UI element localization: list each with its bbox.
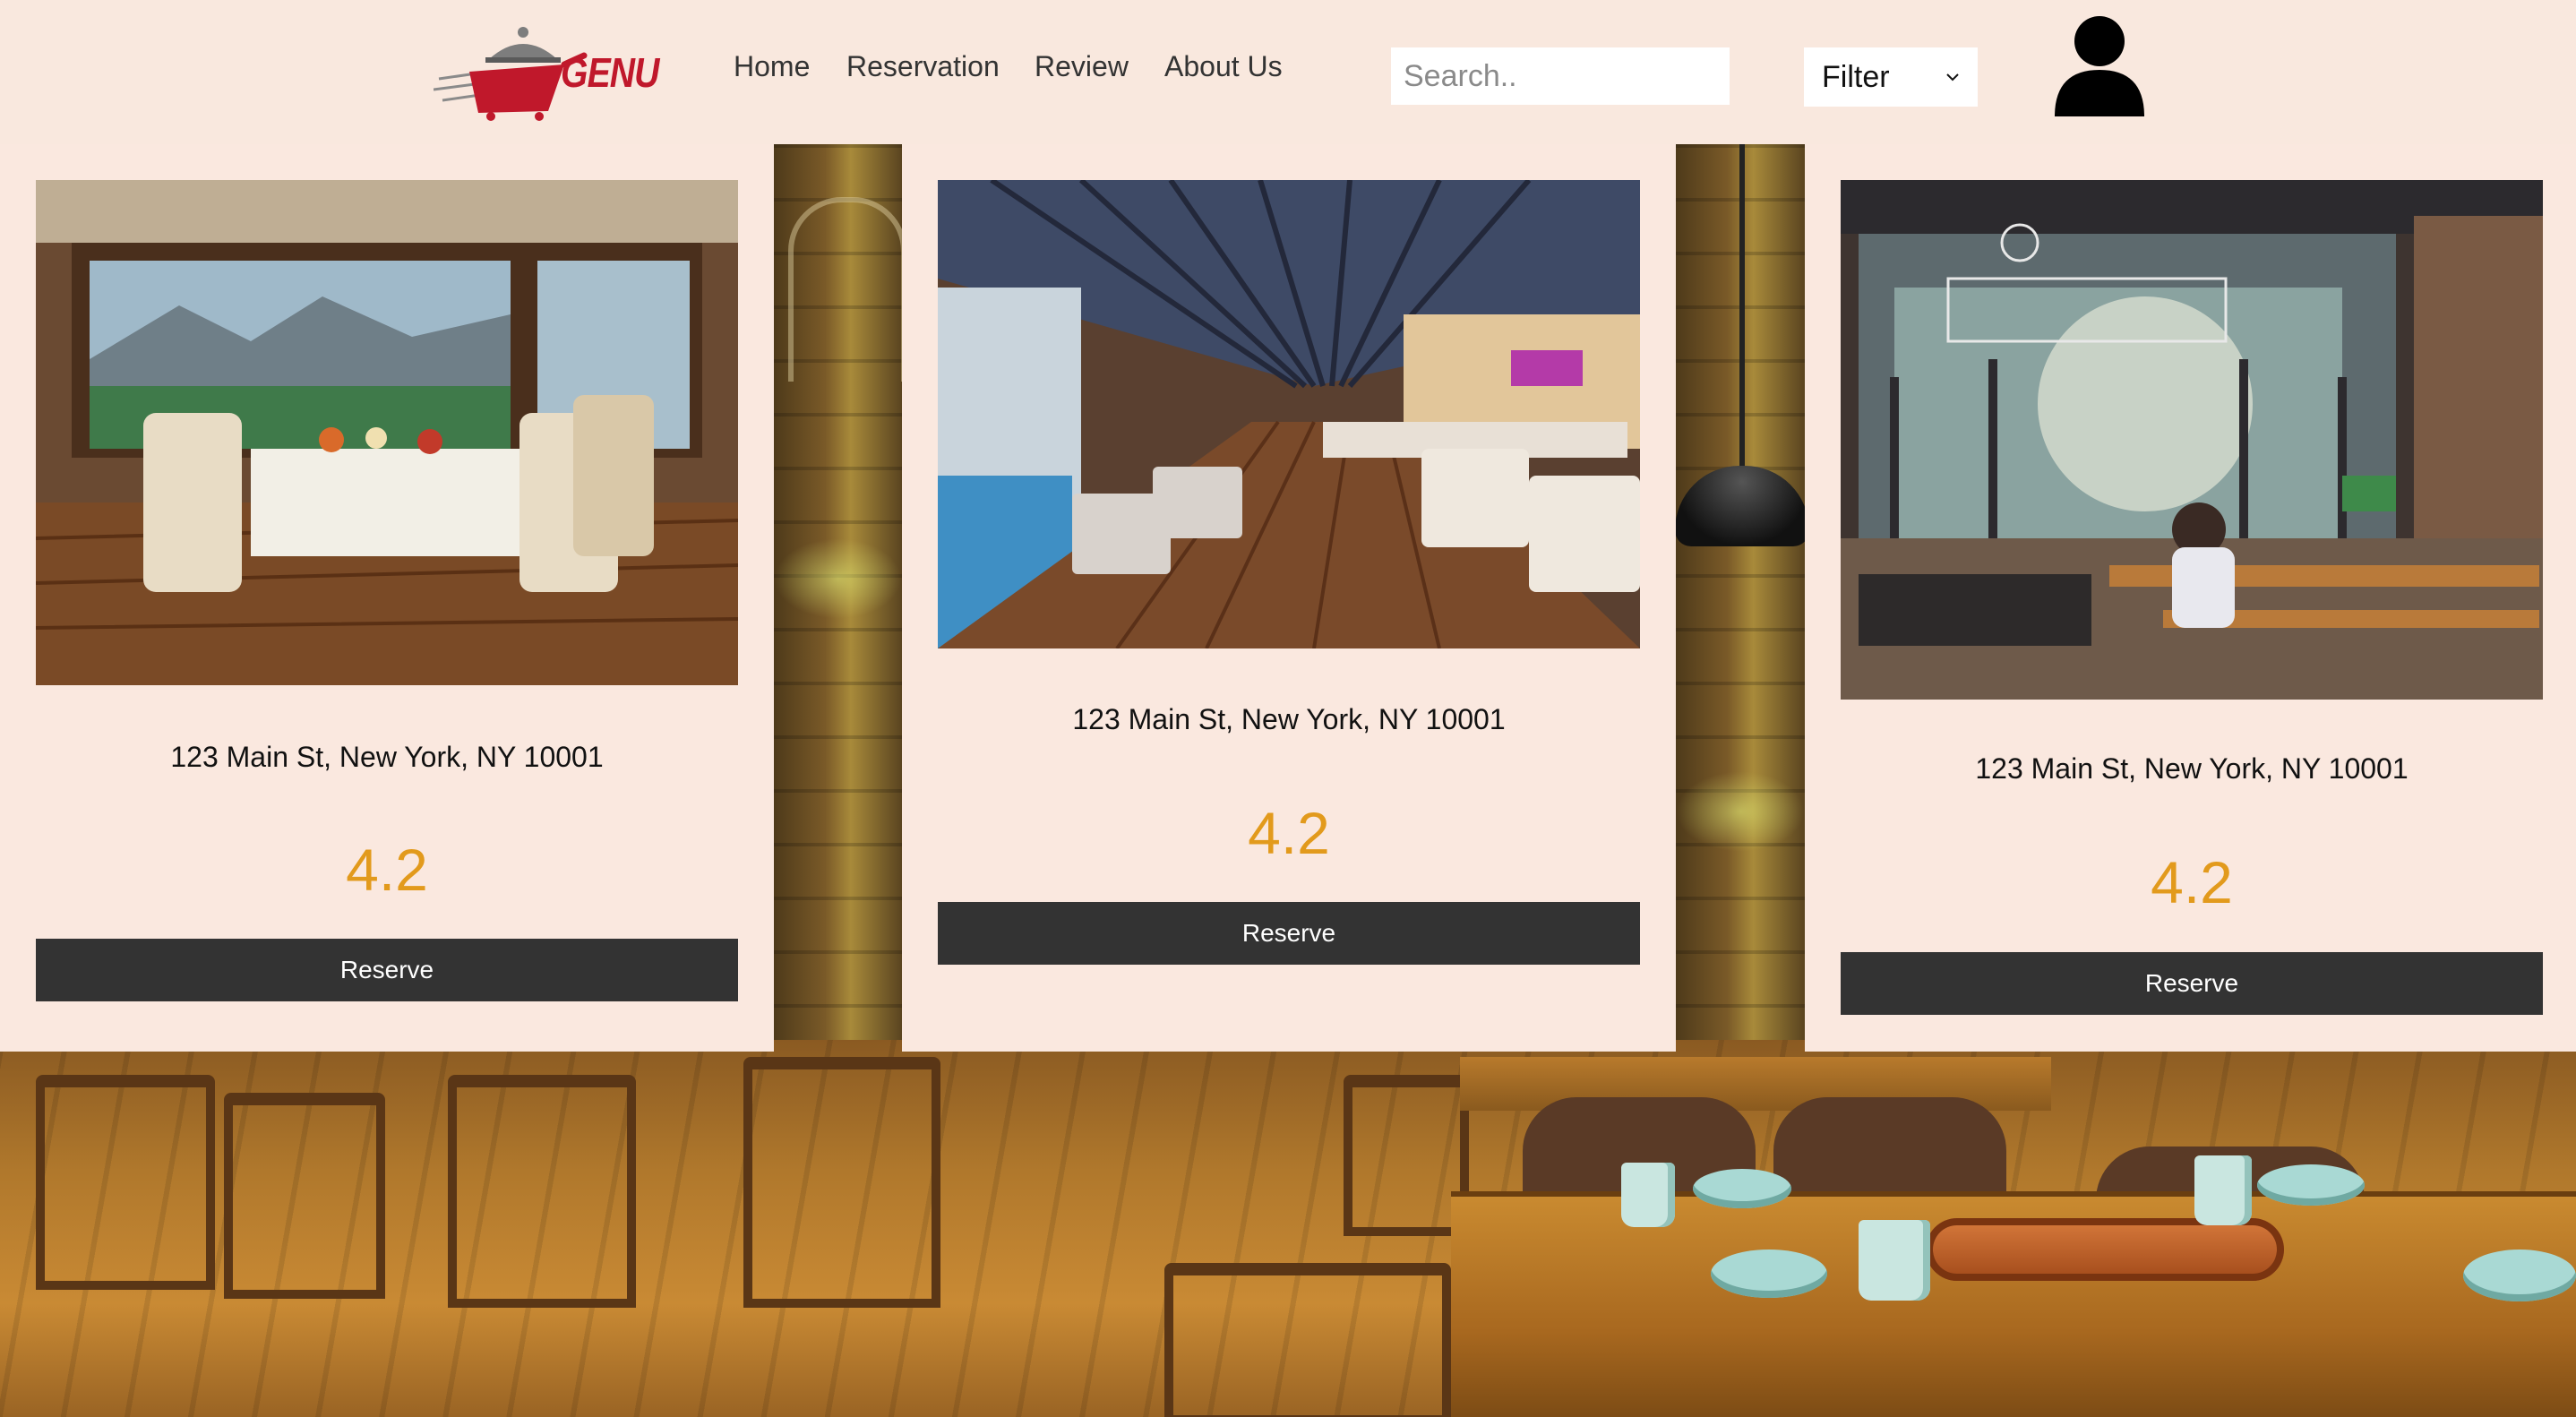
background-chair: [1344, 1075, 1469, 1236]
restaurant-rating: 4.2: [2151, 849, 2233, 915]
background-chair: [743, 1057, 940, 1308]
restaurant-card: 123 Main St, New York, NY 10001 4.2 Rese…: [0, 144, 774, 1052]
restaurant-address: 123 Main St, New York, NY 10001: [1072, 703, 1506, 735]
chevron-down-icon: [1946, 73, 1959, 82]
brand-name[interactable]: GENU: [561, 48, 659, 97]
restaurant-card: 123 Main St, New York, NY 10001 4.2 Rese…: [902, 144, 1676, 1052]
reserve-button[interactable]: Reserve: [1841, 952, 2543, 1015]
nav-reservation-link[interactable]: Reservation: [846, 50, 1000, 83]
coffee-shop-storefront-image: [1841, 180, 2543, 700]
restaurant-rating: 4.2: [1248, 800, 1330, 866]
background-chair: [224, 1093, 385, 1299]
background-bowl: [1711, 1250, 1827, 1298]
restaurant-photo[interactable]: [938, 180, 1640, 648]
background-wall-arch: [788, 197, 906, 382]
filter-dropdown[interactable]: Filter: [1804, 47, 1978, 107]
background-cup: [1859, 1220, 1930, 1301]
nav-review-link[interactable]: Review: [1035, 50, 1129, 83]
restaurant-photo[interactable]: [1841, 180, 2543, 700]
nav-home-link[interactable]: Home: [734, 50, 810, 83]
background-cup: [2194, 1155, 2252, 1225]
restaurant-card: 123 Main St, New York, NY 10001 4.2 Rese…: [1805, 144, 2576, 1052]
dining-room-window-image: [36, 180, 738, 685]
user-avatar-icon[interactable]: [2053, 14, 2146, 116]
background-bowl: [2463, 1250, 2576, 1301]
filter-selected-label: Filter: [1822, 59, 1890, 94]
restaurant-address: 123 Main St, New York, NY 10001: [1975, 752, 2409, 785]
search-input[interactable]: [1391, 47, 1730, 105]
background-bowl: [1693, 1169, 1791, 1208]
background-chair: [448, 1075, 636, 1308]
background-hotpot-pan: [1926, 1218, 2284, 1281]
site-header: GENU Home Reservation Review About Us Fi…: [0, 0, 2576, 144]
background-chair: [1164, 1263, 1451, 1417]
restaurant-address: 123 Main St, New York, NY 10001: [170, 741, 604, 773]
poolside-restaurant-image: [938, 180, 1640, 648]
nav-about-us-link[interactable]: About Us: [1164, 50, 1283, 83]
reserve-button[interactable]: Reserve: [36, 939, 738, 1001]
background-chair: [36, 1075, 215, 1290]
restaurant-rating: 4.2: [346, 837, 428, 903]
restaurant-photo[interactable]: [36, 180, 738, 685]
background-bowl: [2257, 1164, 2365, 1206]
background-cup: [1621, 1163, 1675, 1227]
reserve-button[interactable]: Reserve: [938, 902, 1640, 965]
background-lamp-cord: [1739, 144, 1745, 467]
